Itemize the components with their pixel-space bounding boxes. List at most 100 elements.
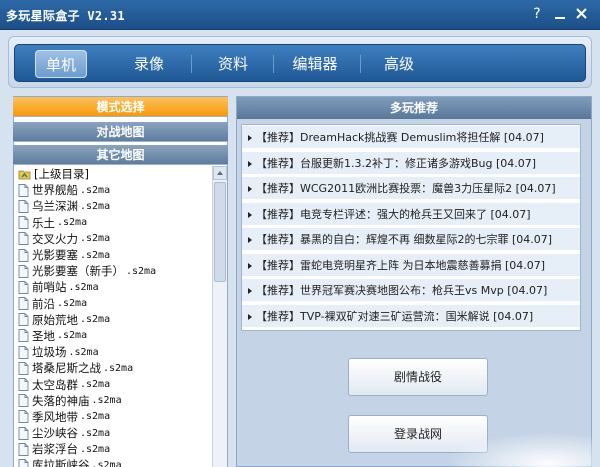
minimize-button[interactable] bbox=[551, 5, 569, 23]
map-extension: .s2ma bbox=[80, 443, 111, 455]
tab-resources[interactable]: 资料 bbox=[207, 50, 259, 78]
campaign-button[interactable]: 剧情战役 bbox=[348, 358, 488, 396]
list-item[interactable]: 前沿 .s2ma bbox=[14, 296, 212, 312]
bullet-arrow-icon bbox=[248, 288, 252, 294]
map-name: 前哨站 bbox=[32, 280, 67, 295]
scroll-up-button[interactable] bbox=[213, 166, 227, 180]
tab-advanced[interactable]: 高级 bbox=[373, 50, 425, 78]
news-item[interactable]: 【推荐】雷蛇电竞明星齐上阵 为日本地震慈善募捐 [04.07] bbox=[242, 253, 580, 277]
map-file-icon bbox=[18, 232, 29, 246]
news-item[interactable]: 【推荐】暴黑的自白：辉煌不再 细数星际2的七宗罪 [04.07] bbox=[242, 228, 580, 251]
scroll-thumb[interactable] bbox=[214, 182, 226, 282]
news-item[interactable]: 【推荐】WCG2011欧洲比赛投票：魔兽3力压星际2 [04.07] bbox=[242, 177, 580, 200]
list-item[interactable]: 尘沙峡谷 .s2ma bbox=[14, 425, 212, 441]
help-button[interactable]: ? bbox=[528, 5, 546, 23]
tab-divider bbox=[191, 55, 192, 73]
list-item[interactable]: 乌兰深渊 .s2ma bbox=[14, 198, 212, 214]
map-extension: .s2ma bbox=[91, 395, 122, 407]
news-item[interactable]: 【推荐】电竞专栏评述：强大的枪兵王又回来了 [04.07] bbox=[242, 202, 580, 226]
map-extension: .s2ma bbox=[80, 427, 111, 439]
close-button[interactable] bbox=[572, 5, 590, 23]
map-file-icon bbox=[18, 442, 29, 456]
list-item[interactable]: 世界舰船 .s2ma bbox=[14, 182, 212, 198]
tab-editor[interactable]: 编辑器 bbox=[285, 50, 345, 78]
map-file-icon bbox=[18, 329, 29, 343]
nav-mode-select[interactable]: 模式选择 bbox=[13, 97, 228, 117]
list-item[interactable]: 原始荒地 .s2ma bbox=[14, 312, 212, 328]
map-name: 垃圾场 bbox=[32, 345, 67, 360]
map-name: 光影要塞（新手） bbox=[32, 264, 124, 279]
map-name: 库拉斯峡谷 bbox=[32, 458, 90, 467]
news-item[interactable]: 【推荐】TVP-裸双矿对速三矿运营流：国米解说 [04.07] bbox=[242, 304, 580, 328]
map-file-icon bbox=[18, 200, 29, 213]
map-file-icon bbox=[18, 264, 29, 278]
map-file-icon bbox=[18, 216, 29, 230]
list-item[interactable]: 季风地带 .s2ma bbox=[14, 409, 212, 425]
map-file-icon bbox=[18, 313, 29, 327]
list-item[interactable]: 前哨站 .s2ma bbox=[14, 279, 212, 295]
map-file-icon bbox=[18, 248, 29, 262]
list-scrollbar[interactable] bbox=[212, 166, 227, 467]
folder-up-icon bbox=[18, 170, 31, 180]
nav-other-maps[interactable]: 其它地图 bbox=[13, 145, 228, 165]
map-extension: .s2ma bbox=[103, 362, 134, 374]
list-item-parent-folder[interactable]: [上级目录] bbox=[14, 166, 212, 182]
map-extension: .s2ma bbox=[68, 346, 99, 358]
list-item[interactable]: 圣地 .s2ma bbox=[14, 328, 212, 344]
bullet-arrow-icon bbox=[248, 262, 252, 269]
tab-bar: 单机 录像 资料 编辑器 高级 bbox=[14, 44, 586, 82]
map-extension: .s2ma bbox=[80, 184, 111, 196]
scroll-up-icon bbox=[217, 171, 223, 175]
list-item[interactable]: 光影要塞（新手） .s2ma bbox=[14, 263, 212, 279]
list-item[interactable]: 太空岛群 .s2ma bbox=[14, 376, 212, 392]
news-title: 【推荐】DreamHack挑战赛 Demuslim将担任解 [04.07] bbox=[256, 131, 544, 144]
news-list: 【推荐】DreamHack挑战赛 Demuslim将担任解 [04.07] 【推荐… bbox=[241, 124, 581, 331]
map-file-icon bbox=[18, 394, 29, 408]
list-item[interactable]: 岩浆浮台 .s2ma bbox=[14, 441, 212, 457]
list-item[interactable]: 垃圾场 .s2ma bbox=[14, 344, 212, 360]
recommend-header: 多玩推荐 bbox=[237, 97, 591, 119]
map-name: 太空岛群 bbox=[32, 377, 78, 392]
map-file-icon bbox=[18, 378, 29, 391]
map-extension: .s2ma bbox=[57, 217, 88, 229]
list-item[interactable]: 乐土 .s2ma bbox=[14, 215, 212, 231]
map-extension: .s2ma bbox=[80, 200, 111, 212]
news-item[interactable]: 【推荐】DreamHack挑战赛 Demuslim将担任解 [04.07] bbox=[242, 126, 580, 149]
list-item[interactable]: 塔桑尼斯之战 .s2ma bbox=[14, 360, 212, 376]
news-item[interactable]: 【推荐】世界冠军赛决赛地图公布：枪兵王vs Mvp [04.07] bbox=[242, 279, 580, 302]
map-file-icon bbox=[18, 459, 29, 467]
map-extension: .s2ma bbox=[57, 298, 88, 310]
news-title: 【推荐】台服更新1.3.2补丁：修正诸多游戏Bug [04.07] bbox=[256, 156, 537, 170]
battlenet-login-button[interactable]: 登录战网 bbox=[348, 415, 488, 453]
tab-single-player[interactable]: 单机 bbox=[35, 50, 87, 78]
tab-replays[interactable]: 录像 bbox=[123, 50, 175, 78]
bullet-arrow-icon bbox=[248, 313, 252, 320]
map-file-icon bbox=[18, 183, 29, 197]
bullet-arrow-icon bbox=[248, 135, 252, 141]
map-file-icon bbox=[18, 345, 29, 359]
map-name: 交叉火力 bbox=[32, 231, 78, 246]
news-title: 【推荐】TVP-裸双矿对速三矿运营流：国米解说 [04.07] bbox=[256, 309, 534, 323]
map-file-icon bbox=[18, 361, 29, 375]
map-extension: .s2ma bbox=[68, 281, 99, 293]
map-extension: .s2ma bbox=[80, 411, 111, 423]
list-item[interactable]: 库拉斯峡谷 .s2ma bbox=[14, 457, 212, 467]
list-item[interactable]: 交叉火力 .s2ma bbox=[14, 231, 212, 247]
map-file-list: [上级目录] 世界舰船 .s2ma 乌兰深渊 .s2ma 乐土 .s2ma 交叉火力 .s2m… bbox=[14, 166, 212, 467]
map-name: 乌兰深渊 bbox=[32, 199, 78, 214]
map-extension: .s2ma bbox=[80, 379, 111, 391]
news-title: 【推荐】世界冠军赛决赛地图公布：枪兵王vs Mvp [04.07] bbox=[256, 284, 548, 297]
nav-melee-maps[interactable]: 对战地图 bbox=[13, 122, 228, 142]
bullet-arrow-icon bbox=[248, 211, 252, 218]
map-name: 岩浆浮台 bbox=[32, 442, 78, 457]
map-name: 乐土 bbox=[32, 215, 55, 230]
map-extension: .s2ma bbox=[91, 459, 122, 467]
map-extension: .s2ma bbox=[80, 314, 111, 326]
bullet-arrow-icon bbox=[248, 237, 252, 243]
list-item[interactable]: 光影要塞 .s2ma bbox=[14, 247, 212, 263]
list-item[interactable]: 失落的神庙 .s2ma bbox=[14, 393, 212, 409]
app-title: 多玩星际盒子 V2.31 bbox=[6, 9, 125, 23]
news-title: 【推荐】电竞专栏评述：强大的枪兵王又回来了 [04.07] bbox=[256, 207, 531, 221]
news-item[interactable]: 【推荐】台服更新1.3.2补丁：修正诸多游戏Bug [04.07] bbox=[242, 151, 580, 175]
map-extension: .s2ma bbox=[57, 330, 88, 342]
